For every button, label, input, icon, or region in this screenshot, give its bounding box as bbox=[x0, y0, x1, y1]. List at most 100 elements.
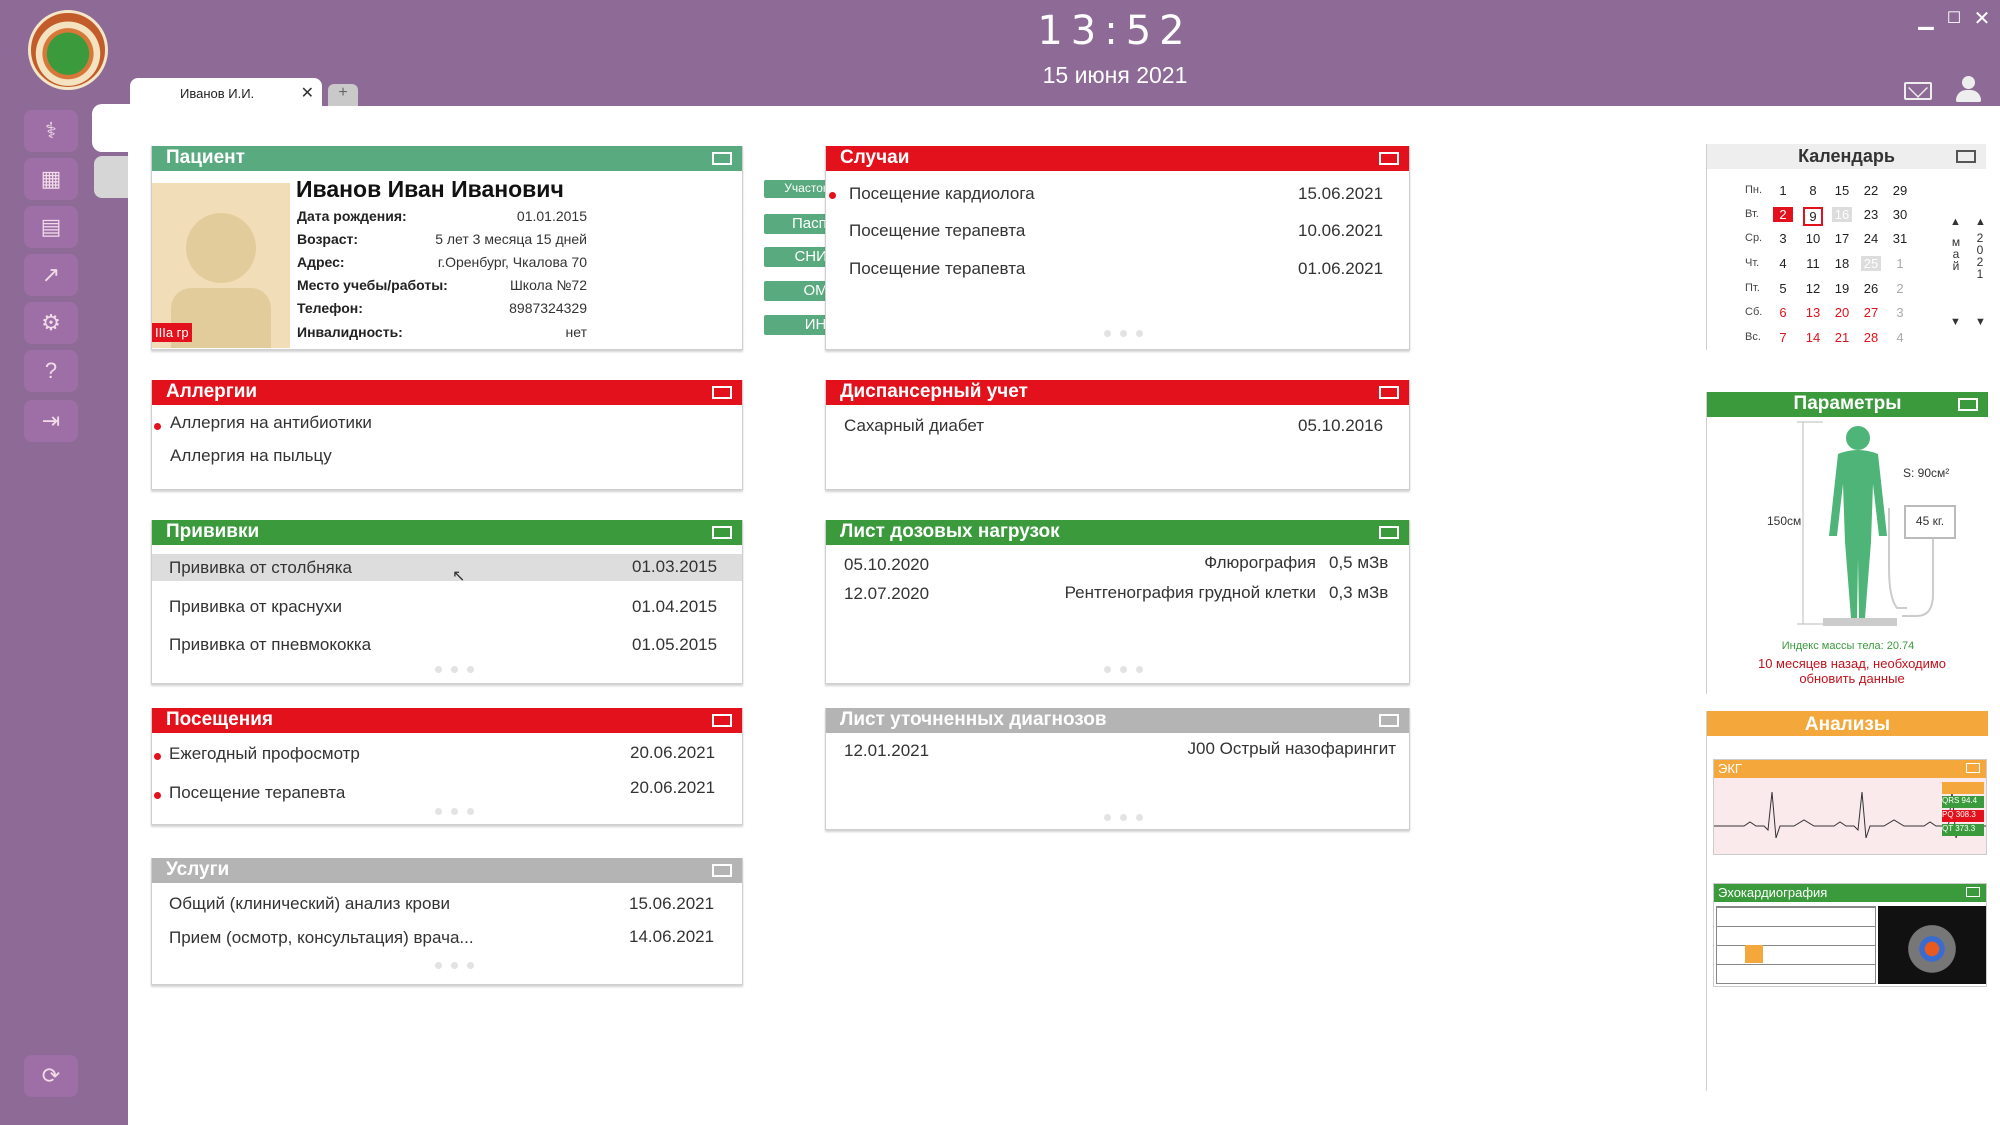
records-icon[interactable]: ▤ bbox=[24, 206, 78, 248]
list-item[interactable]: Посещение кардиолога bbox=[849, 184, 1035, 204]
expand-icon[interactable] bbox=[712, 386, 732, 399]
calendar-day[interactable]: 2 bbox=[1773, 207, 1793, 222]
calendar-icon[interactable]: ▦ bbox=[24, 158, 78, 200]
pagination-dots[interactable] bbox=[435, 808, 474, 816]
list-item[interactable]: Рентгенография грудной клетки bbox=[1016, 583, 1316, 603]
calendar-day[interactable]: 13 bbox=[1803, 305, 1823, 320]
calendar-day[interactable]: 30 bbox=[1890, 207, 1910, 222]
expand-icon[interactable] bbox=[712, 152, 732, 165]
calendar-day[interactable]: 2 bbox=[1890, 281, 1910, 296]
doctor-icon[interactable]: ⚕ bbox=[24, 110, 78, 152]
calendar-day[interactable]: 25 bbox=[1861, 256, 1881, 271]
list-item[interactable]: Посещение терапевта bbox=[849, 221, 1025, 241]
expand-icon[interactable] bbox=[1966, 763, 1980, 773]
patient-photo: IIIа гр bbox=[152, 183, 290, 348]
calendar-day[interactable]: 7 bbox=[1773, 330, 1793, 345]
expand-icon[interactable] bbox=[712, 714, 732, 727]
calendar-day[interactable]: 21 bbox=[1832, 330, 1852, 345]
calendar-day[interactable]: 16 bbox=[1832, 207, 1852, 222]
calendar-day[interactable]: 6 bbox=[1773, 305, 1793, 320]
list-item[interactable]: Сахарный диабет bbox=[844, 416, 984, 436]
help-icon[interactable]: ? bbox=[24, 350, 78, 392]
refresh-icon[interactable]: ⟳ bbox=[24, 1055, 78, 1097]
calendar-day[interactable]: 4 bbox=[1773, 256, 1793, 271]
panel-header: Посещения bbox=[152, 708, 742, 733]
expand-icon[interactable] bbox=[1956, 150, 1976, 163]
month-down-arrow[interactable]: ▼ bbox=[1950, 316, 1961, 328]
list-item[interactable]: Прививка от столбняка bbox=[169, 558, 352, 578]
expand-icon[interactable] bbox=[1958, 398, 1978, 411]
expand-icon[interactable] bbox=[1379, 152, 1399, 165]
calendar-day[interactable]: 1 bbox=[1773, 183, 1793, 198]
year-down-arrow[interactable]: ▼ bbox=[1975, 316, 1986, 328]
patient-tab[interactable]: Иванов И.И. ✕ bbox=[130, 78, 322, 108]
calendar-day[interactable]: 5 bbox=[1773, 281, 1793, 296]
echo-card[interactable]: Эхокардиография bbox=[1713, 883, 1987, 987]
list-item[interactable]: Ежегодный профосмотр bbox=[169, 744, 360, 764]
year-up-arrow[interactable]: ▲ bbox=[1975, 216, 1986, 228]
logout-icon[interactable]: ⇥ bbox=[24, 400, 78, 442]
pagination-dots[interactable] bbox=[1104, 814, 1143, 822]
month-up-arrow[interactable]: ▲ bbox=[1950, 216, 1961, 228]
calendar-day[interactable]: 20 bbox=[1832, 305, 1852, 320]
list-item[interactable]: Аллергия на пыльцу bbox=[170, 446, 332, 466]
list-item-date: 12.07.2020 bbox=[844, 584, 930, 603]
calendar-day[interactable]: 18 bbox=[1832, 256, 1852, 271]
statistics-icon[interactable]: ↗ bbox=[24, 254, 78, 296]
expand-icon[interactable] bbox=[1379, 526, 1399, 539]
calendar-day[interactable]: 24 bbox=[1861, 231, 1881, 246]
calendar-day[interactable]: 4 bbox=[1890, 330, 1910, 345]
user-icon[interactable] bbox=[1954, 76, 1982, 104]
calendar-day[interactable]: 27 bbox=[1861, 305, 1881, 320]
close-tab-icon[interactable]: ✕ bbox=[301, 83, 314, 103]
expand-icon[interactable] bbox=[1379, 714, 1399, 727]
list-item[interactable]: Посещение терапевта bbox=[169, 783, 345, 803]
calendar-day[interactable]: 19 bbox=[1832, 281, 1852, 296]
pagination-dots[interactable] bbox=[1104, 666, 1143, 674]
calendar-day[interactable]: 29 bbox=[1890, 183, 1910, 198]
expand-icon[interactable] bbox=[1379, 386, 1399, 399]
mail-icon[interactable] bbox=[1904, 82, 1932, 100]
list-item[interactable]: Флюрография bbox=[1176, 553, 1316, 573]
maximize-icon[interactable]: ☐ bbox=[1942, 8, 1966, 28]
list-item[interactable]: Прививка от краснухи bbox=[169, 597, 342, 617]
calendar-day[interactable]: 10 bbox=[1803, 231, 1823, 246]
expand-icon[interactable] bbox=[712, 864, 732, 877]
list-item[interactable]: J00 Острый назофарингит bbox=[1076, 739, 1396, 759]
calendar-day[interactable]: 23 bbox=[1861, 207, 1881, 222]
calendar-day[interactable]: 11 bbox=[1803, 256, 1823, 271]
list-item[interactable]: Посещение терапевта bbox=[849, 259, 1025, 279]
calendar-day[interactable]: 3 bbox=[1773, 231, 1793, 246]
add-tab-button[interactable]: + bbox=[328, 84, 358, 106]
calendar-day[interactable]: 14 bbox=[1803, 330, 1823, 345]
list-item[interactable]: Прививка от пневмококка bbox=[169, 635, 371, 655]
update-warning[interactable]: 10 месяцев назад, необходимо обновить да… bbox=[1747, 656, 1957, 686]
calendar-day[interactable]: 31 bbox=[1890, 231, 1910, 246]
list-item[interactable]: Прием (осмотр, консультация) врача... bbox=[169, 928, 474, 948]
calendar-day[interactable]: 22 bbox=[1861, 183, 1881, 198]
list-item[interactable]: Аллергия на антибиотики bbox=[170, 413, 372, 433]
calendar-day[interactable]: 1 bbox=[1890, 256, 1910, 271]
settings-icon[interactable]: ⚙ bbox=[24, 302, 78, 344]
panel-header: Диспансерный учет bbox=[826, 380, 1409, 405]
ecg-card[interactable]: ЭКГ QRS 94.4 PQ 308.3 QT 373.3 bbox=[1713, 759, 1987, 855]
list-item-date: 15.06.2021 bbox=[629, 894, 715, 913]
list-item[interactable]: Общий (клинический) анализ крови bbox=[169, 894, 450, 914]
calendar-day[interactable]: 9 bbox=[1803, 207, 1823, 226]
close-window-icon[interactable]: ✕ bbox=[1970, 6, 1994, 31]
calendar-day[interactable]: 15 bbox=[1832, 183, 1852, 198]
pagination-dots[interactable] bbox=[1104, 330, 1143, 338]
expand-icon[interactable] bbox=[1966, 887, 1980, 897]
briefcase-tab-icon[interactable] bbox=[94, 156, 128, 198]
list-item-date: 20.06.2021 bbox=[630, 778, 716, 797]
calendar-day[interactable]: 17 bbox=[1832, 231, 1852, 246]
calendar-day[interactable]: 26 bbox=[1861, 281, 1881, 296]
calendar-day[interactable]: 8 bbox=[1803, 183, 1823, 198]
calendar-day[interactable]: 3 bbox=[1890, 305, 1910, 320]
pagination-dots[interactable] bbox=[435, 666, 474, 674]
minimize-icon[interactable]: ▁ bbox=[1914, 6, 1938, 31]
expand-icon[interactable] bbox=[712, 526, 732, 539]
calendar-day[interactable]: 12 bbox=[1803, 281, 1823, 296]
calendar-day[interactable]: 28 bbox=[1861, 330, 1881, 345]
pagination-dots[interactable] bbox=[435, 962, 474, 970]
